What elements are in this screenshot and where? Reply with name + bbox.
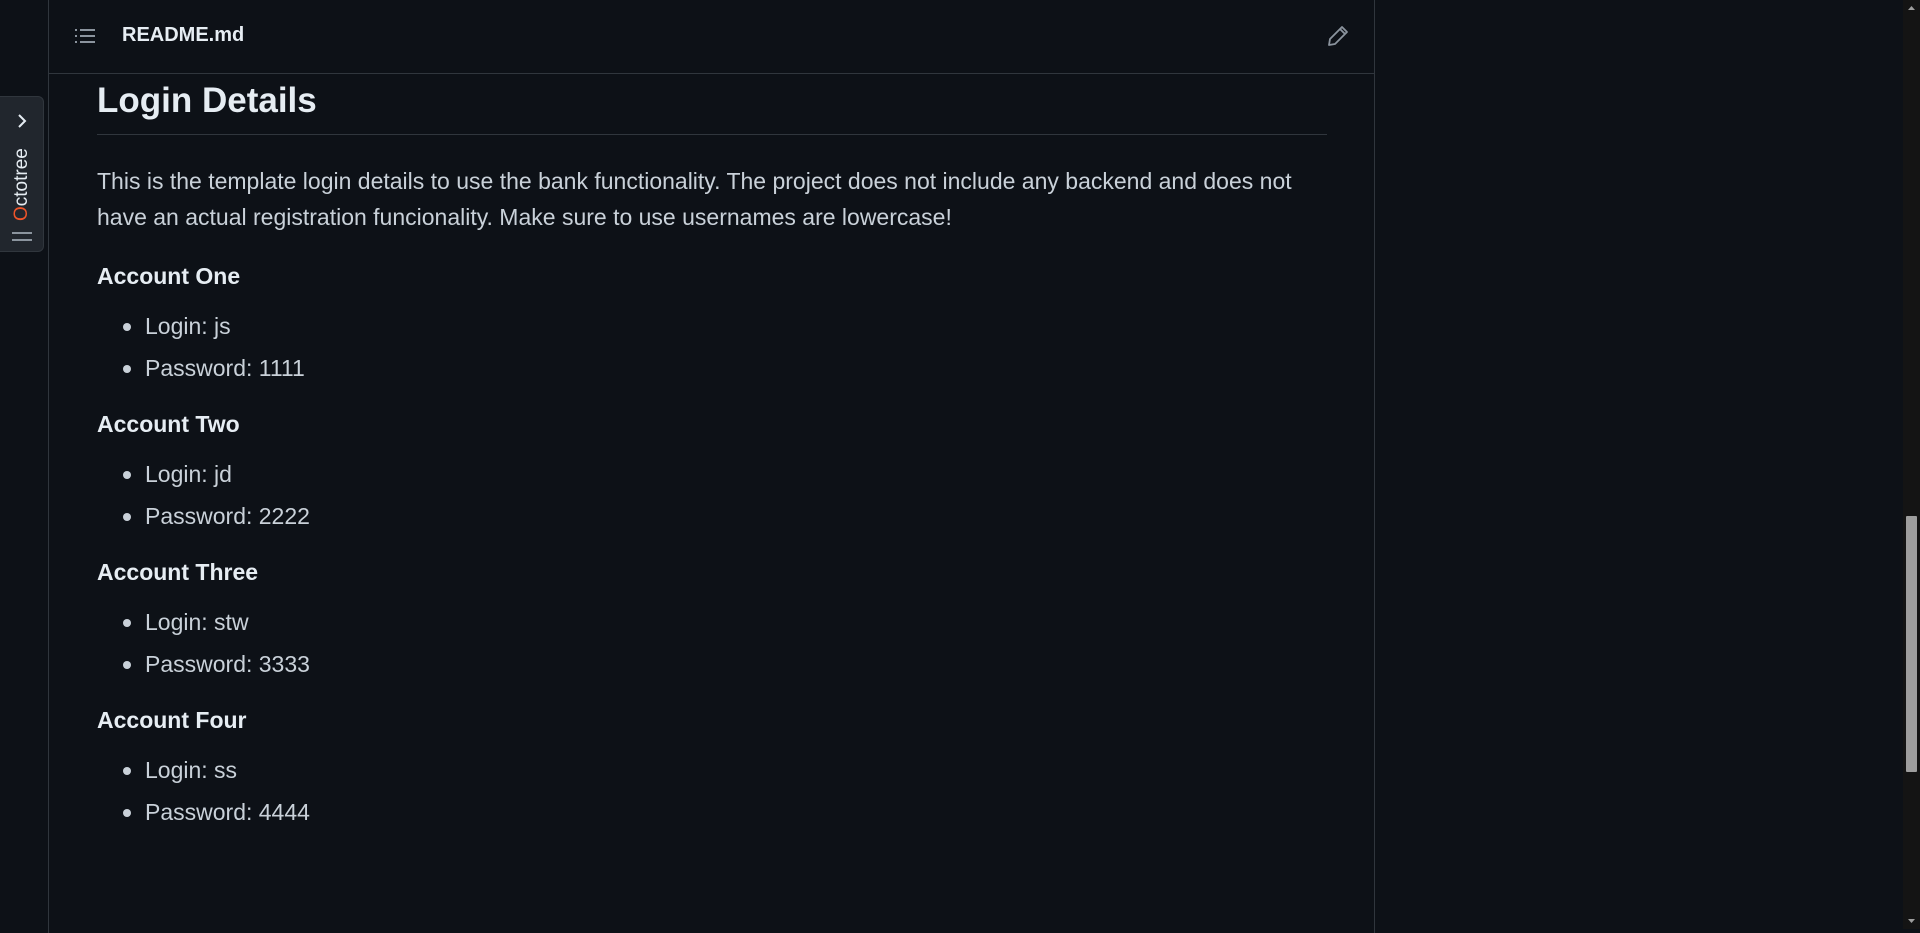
- menu-lines-icon[interactable]: [12, 231, 32, 243]
- page-scrollbar[interactable]: [1903, 0, 1920, 929]
- list-item: Login: stw: [123, 607, 1327, 637]
- account-section: Account Two Login: jd Password: 2222: [97, 409, 1327, 531]
- readme-header: README.md: [49, 0, 1374, 74]
- list-item: Password: 1111: [123, 353, 1327, 383]
- list-item: Login: ss: [123, 755, 1327, 785]
- account-section: Account Three Login: stw Password: 3333: [97, 557, 1327, 679]
- list-item: Password: 4444: [123, 797, 1327, 827]
- section-heading: Login Details: [97, 78, 1327, 135]
- intro-paragraph: This is the template login details to us…: [97, 168, 1292, 230]
- account-list: Login: js Password: 1111: [97, 311, 1327, 383]
- scroll-thumb[interactable]: [1906, 516, 1917, 772]
- list-unordered-icon[interactable]: [74, 25, 96, 47]
- account-section: Account Four Login: ss Password: 4444: [97, 705, 1327, 827]
- scroll-up-arrow-icon[interactable]: [1903, 0, 1920, 17]
- account-list: Login: ss Password: 4444: [97, 755, 1327, 827]
- octotree-toggle[interactable]: Octotree: [0, 96, 44, 252]
- readme-container: README.md Login Details This is the temp…: [48, 0, 1375, 933]
- list-item: Login: jd: [123, 459, 1327, 489]
- octotree-label: Octotree: [11, 148, 32, 221]
- chevron-right-icon[interactable]: [14, 113, 30, 129]
- account-list: Login: jd Password: 2222: [97, 459, 1327, 531]
- account-list: Login: stw Password: 3333: [97, 607, 1327, 679]
- account-title: Account One: [97, 263, 241, 289]
- account-title: Account Two: [97, 411, 240, 437]
- pencil-icon[interactable]: [1326, 24, 1350, 48]
- list-item: Login: js: [123, 311, 1327, 341]
- account-section: Account One Login: js Password: 1111: [97, 261, 1327, 383]
- scroll-down-arrow-icon[interactable]: [1903, 912, 1920, 929]
- account-title: Account Four: [97, 707, 247, 733]
- account-title: Account Three: [97, 559, 259, 585]
- file-name[interactable]: README.md: [122, 24, 244, 47]
- list-item: Password: 2222: [123, 501, 1327, 531]
- markdown-body: Login Details This is the template login…: [97, 78, 1327, 839]
- list-item: Password: 3333: [123, 649, 1327, 679]
